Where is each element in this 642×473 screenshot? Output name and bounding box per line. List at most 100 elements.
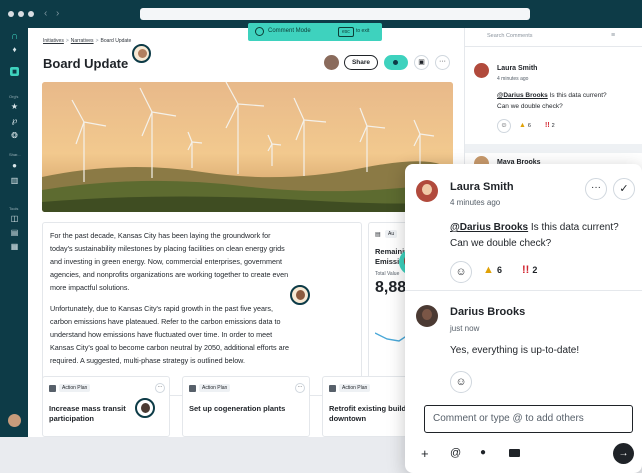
person-icon[interactable]: ● xyxy=(10,161,19,170)
comment-author: Laura Smith xyxy=(450,181,514,193)
paragraph-line: understand how emissions have fluctuated… xyxy=(50,330,273,339)
window-minimize-dot[interactable] xyxy=(18,11,24,17)
user-avatar[interactable] xyxy=(8,414,21,427)
window-maximize-dot[interactable] xyxy=(28,11,34,17)
breadcrumb-narratives[interactable]: Narratives xyxy=(71,38,94,44)
table-icon[interactable]: ▦ xyxy=(10,242,19,251)
add-reaction-icon[interactable]: ☺ xyxy=(497,119,511,133)
comment-toggle-button[interactable] xyxy=(384,55,408,70)
search-comments-input[interactable]: Search Comments xyxy=(487,33,533,39)
comment-avatar xyxy=(416,180,438,202)
action-plan-card[interactable]: Action Plan ··· Set up cogeneration plan… xyxy=(182,376,310,437)
share-button[interactable]: Share xyxy=(344,55,378,70)
paragraph-line: carbon emissions have plateaued. Refer t… xyxy=(50,317,281,326)
compass-icon[interactable]: ❂ xyxy=(10,131,19,140)
breadcrumb-initiatives[interactable]: Initiatives xyxy=(43,38,64,44)
add-reaction-icon[interactable]: ☺ xyxy=(450,261,472,283)
paragraph-line: Kansas City's goal to become carbon neut… xyxy=(50,343,289,352)
action-plan-title: Set up cogeneration plants xyxy=(189,404,285,414)
rail-label-tools: Tools xyxy=(9,206,19,211)
paragraph-emissions: Unfortunately, due to Kansas City's rapi… xyxy=(50,302,289,367)
video-icon[interactable] xyxy=(509,449,520,457)
send-button[interactable]: → xyxy=(613,443,634,464)
double-exclamation-icon: !! xyxy=(545,122,550,129)
double-exclamation-icon: !! xyxy=(522,264,530,276)
mention-icon[interactable]: @ xyxy=(450,447,461,459)
star-icon[interactable]: ★ xyxy=(10,102,19,111)
logo-icon[interactable]: ∩ xyxy=(10,32,19,42)
paragraph-intro: For the past decade, Kansas City has bee… xyxy=(50,229,288,294)
breadcrumb-separator: > xyxy=(65,38,69,44)
add-reaction-icon[interactable]: ☺ xyxy=(450,371,472,393)
comment-mode-label: Comment Mode xyxy=(268,28,311,34)
window-close-dot[interactable] xyxy=(8,11,14,17)
paragraph-line: agencies, and nonprofits organizations a… xyxy=(50,270,289,279)
stat-tag: Au xyxy=(385,230,398,238)
action-plan-title-line: Increase mass transit xyxy=(49,404,126,413)
mention-link[interactable]: @Darius Brooks xyxy=(450,222,528,233)
card-more-icon[interactable]: ··· xyxy=(155,383,165,393)
action-plan-title: Increase mass transit participation xyxy=(49,404,126,424)
more-options-icon[interactable]: ··· xyxy=(585,178,607,200)
inline-comment-avatar[interactable] xyxy=(290,285,310,305)
mention-link[interactable]: @Darius Brooks xyxy=(497,92,548,99)
exclaim-reaction[interactable]: !! 2 xyxy=(545,122,555,129)
microphone-icon[interactable]: ● xyxy=(480,447,486,458)
forward-arrow-icon[interactable]: › xyxy=(56,8,59,20)
doc-icon xyxy=(189,385,196,392)
exclaim-reaction[interactable]: !! 2 xyxy=(522,264,537,276)
back-arrow-icon[interactable]: ‹ xyxy=(44,8,47,20)
action-plan-card[interactable]: Action Plan ··· Increase mass transit pa… xyxy=(42,376,170,437)
exit-hint: to exit xyxy=(356,28,370,34)
home-icon[interactable]: ■ xyxy=(10,67,19,76)
card-comment-avatar[interactable] xyxy=(135,398,155,418)
comment-avatar xyxy=(474,63,489,78)
more-options-icon[interactable]: ··· xyxy=(435,55,450,70)
page-title: Board Update xyxy=(43,56,129,71)
paragraph-line: For the past decade, Kansas City has bee… xyxy=(50,231,271,240)
comments-panel: Search Comments ≡ Laura Smith 4 minutes … xyxy=(464,28,642,173)
exclaim-count: 2 xyxy=(551,123,555,129)
divider xyxy=(405,290,642,291)
action-plan-title-line: participation xyxy=(49,414,95,423)
breadcrumb-current: Board Update xyxy=(100,38,132,44)
action-plan-tag: Action Plan xyxy=(59,384,91,392)
esc-key-badge[interactable]: esc xyxy=(338,27,354,37)
comment-author: Darius Brooks xyxy=(450,306,526,318)
rail-label-orgs: Org's xyxy=(9,94,19,99)
comment-author: Laura Smith xyxy=(497,65,538,72)
collaborator-avatar[interactable] xyxy=(324,55,339,70)
share-tree-icon[interactable]: ℘ xyxy=(10,116,19,125)
wind-turbines-hero-image xyxy=(42,82,453,212)
resolve-check-icon[interactable]: ✓ xyxy=(613,178,635,200)
thumbs-up-reaction[interactable]: ▲ 6 xyxy=(483,264,502,276)
filter-icon[interactable]: ≡ xyxy=(611,32,615,39)
comment-thread-popup: Laura Smith 4 minutes ago ··· ✓ @Darius … xyxy=(405,164,642,473)
breadcrumb-separator: > xyxy=(95,38,99,44)
comment-input[interactable]: Comment or type @ to add others xyxy=(424,405,633,433)
doc-icon xyxy=(329,385,336,392)
card-more-icon[interactable]: ··· xyxy=(295,383,305,393)
notifications-icon[interactable]: ♦ xyxy=(10,45,19,54)
divider xyxy=(465,46,642,47)
action-plan-title-line: Retrofit existing build xyxy=(329,404,407,413)
thumbs-up-icon: ▲ xyxy=(483,264,494,276)
title-comment-avatar[interactable] xyxy=(132,44,151,63)
comment-icon xyxy=(255,27,264,36)
thumbs-up-reaction[interactable]: ▲ 6 xyxy=(519,122,531,129)
add-icon[interactable]: + xyxy=(421,446,429,461)
document-icon[interactable]: ◫ xyxy=(10,214,19,223)
divider xyxy=(465,144,642,153)
action-plan-title-line: Set up cogeneration plants xyxy=(189,404,286,413)
action-plan-tag: Action Plan xyxy=(199,384,231,392)
document-page: Initiatives > Narratives > Board Update Boar… xyxy=(28,28,464,437)
total-label: Total Value xyxy=(375,271,400,277)
chart-icon[interactable]: ▤ xyxy=(10,228,19,237)
wind-turbines-illustration xyxy=(42,82,453,212)
building-icon[interactable]: ▥ xyxy=(10,176,19,185)
narrative-text-card: For the past decade, Kansas City has bee… xyxy=(42,222,362,396)
address-bar[interactable] xyxy=(140,8,530,20)
left-rail: ∩ ♦ ■ Org's ★ ℘ ❂ Shar... ● ▥ Tools ◫ ▤ … xyxy=(0,28,28,437)
chart-icon: ▤ xyxy=(375,232,381,238)
present-icon[interactable]: ▣ xyxy=(414,55,429,70)
